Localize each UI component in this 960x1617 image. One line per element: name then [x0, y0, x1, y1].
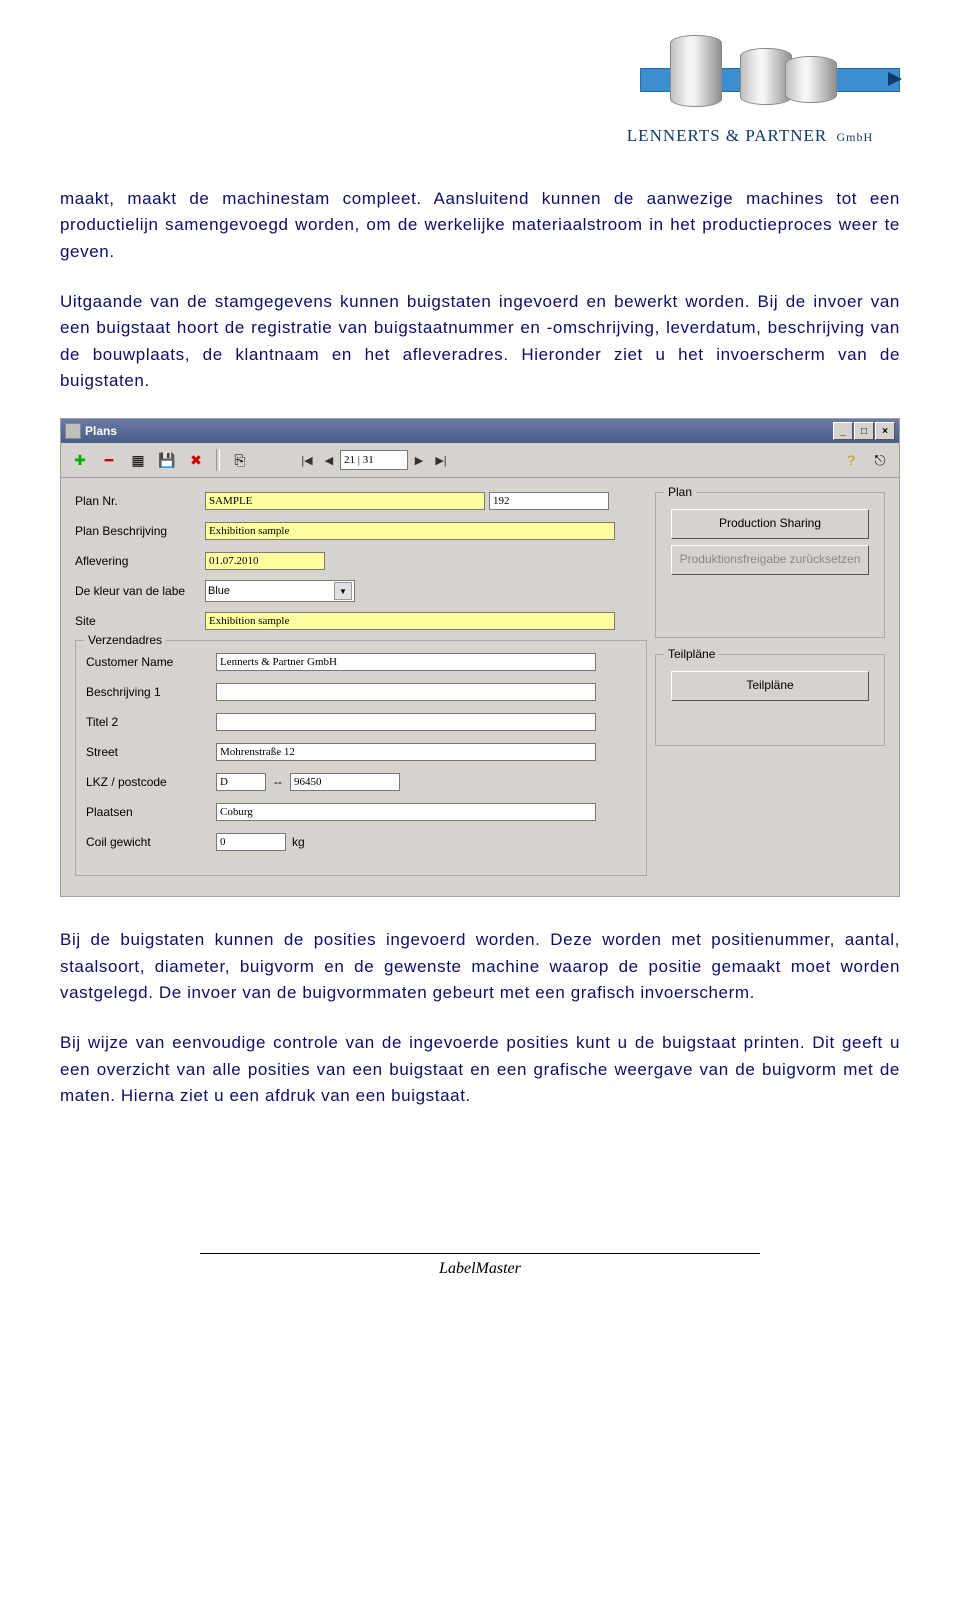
plans-window: Plans _ □ × ✚ ━ ▦ 💾 ✖ ⎘ |◀ ◀ ▶ ▶|: [60, 418, 900, 897]
nav-first-button[interactable]: |◀: [296, 449, 318, 471]
label-coil-gewicht: Coil gewicht: [86, 835, 216, 849]
customer-name-input[interactable]: [216, 653, 596, 671]
nav-next-button[interactable]: ▶: [408, 449, 430, 471]
kg-unit: kg: [292, 835, 305, 849]
paragraph-2: Uitgaande van de stamgegevens kunnen bui…: [60, 289, 900, 394]
prod-reset-button[interactable]: Produktionsfreigabe zurücksetzen: [671, 545, 869, 575]
label-lkz-postcode: LKZ / postcode: [86, 775, 216, 789]
record-position-input[interactable]: [340, 450, 408, 470]
company-logo: LENNERTS & PARTNER GmbH: [600, 30, 900, 146]
verzendadres-group: Verzendadres Customer Name Beschrijving …: [75, 640, 647, 876]
plan-beschrijving-input[interactable]: [205, 522, 615, 540]
teilplane-legend: Teilpläne: [664, 647, 719, 661]
plan-nr2-input[interactable]: [489, 492, 609, 510]
label-kleur: De kleur van de labe: [75, 584, 205, 598]
remove-button[interactable]: ━: [96, 447, 122, 473]
company-suffix: GmbH: [837, 130, 874, 144]
verzendadres-legend: Verzendadres: [84, 633, 166, 647]
paragraph-4: Bij wijze van eenvoudige controle van de…: [60, 1030, 900, 1109]
header: LENNERTS & PARTNER GmbH: [60, 30, 900, 146]
chevron-down-icon: ▼: [334, 582, 352, 600]
x-icon: ✖: [190, 453, 202, 467]
label-plaatsen: Plaatsen: [86, 805, 216, 819]
label-beschrijving1: Beschrijving 1: [86, 685, 216, 699]
plan-group: Plan Production Sharing Produktionsfreig…: [655, 492, 885, 638]
titel2-input[interactable]: [216, 713, 596, 731]
maximize-button[interactable]: □: [854, 422, 874, 440]
toolbar: ✚ ━ ▦ 💾 ✖ ⎘ |◀ ◀ ▶ ▶| ? ⎋: [61, 443, 899, 478]
window-title: Plans: [85, 424, 117, 438]
lkz-separator: --: [274, 775, 282, 789]
kleur-select[interactable]: Blue ▼: [205, 580, 355, 602]
label-titel2: Titel 2: [86, 715, 216, 729]
production-sharing-button[interactable]: Production Sharing: [671, 509, 869, 539]
help-button[interactable]: ?: [838, 447, 864, 473]
coil-gewicht-input[interactable]: [216, 833, 286, 851]
plan-legend: Plan: [664, 485, 696, 499]
footer-separator: [200, 1253, 760, 1254]
help-icon: ?: [847, 453, 855, 467]
plus-icon: ✚: [74, 453, 86, 467]
label-plan-beschrijving: Plan Beschrijving: [75, 524, 205, 538]
add-button[interactable]: ✚: [67, 447, 93, 473]
floppy-icon: 💾: [158, 453, 175, 467]
plaatsen-input[interactable]: [216, 803, 596, 821]
grid-button[interactable]: ▦: [125, 447, 151, 473]
plan-nr-input[interactable]: [205, 492, 485, 510]
copy-icon: ⎘: [234, 453, 245, 467]
cancel-button[interactable]: ✖: [183, 447, 209, 473]
close-button[interactable]: ×: [875, 422, 895, 440]
label-plan-nr: Plan Nr.: [75, 494, 205, 508]
nav-prev-button[interactable]: ◀: [318, 449, 340, 471]
label-street: Street: [86, 745, 216, 759]
aflevering-input[interactable]: [205, 552, 325, 570]
teilplane-button[interactable]: Teilpläne: [671, 671, 869, 701]
nav-last-button[interactable]: ▶|: [430, 449, 452, 471]
exit-button[interactable]: ⎋: [867, 447, 893, 473]
label-aflevering: Aflevering: [75, 554, 205, 568]
label-customer-name: Customer Name: [86, 655, 216, 669]
minus-icon: ━: [105, 453, 113, 467]
label-site: Site: [75, 614, 205, 628]
footer-text: LabelMaster: [0, 1260, 960, 1298]
postcode-input[interactable]: [290, 773, 400, 791]
paragraph-1: maakt, maakt de machinestam compleet. Aa…: [60, 186, 900, 265]
beschrijving1-input[interactable]: [216, 683, 596, 701]
app-icon: [65, 423, 81, 439]
street-input[interactable]: [216, 743, 596, 761]
company-name: LENNERTS & PARTNER: [627, 126, 827, 145]
site-input[interactable]: [205, 612, 615, 630]
titlebar: Plans _ □ ×: [61, 419, 899, 443]
paragraph-3: Bij de buigstaten kunnen de posities ing…: [60, 927, 900, 1006]
copy-button[interactable]: ⎘: [227, 447, 253, 473]
save-button[interactable]: 💾: [154, 447, 180, 473]
minimize-button[interactable]: _: [833, 422, 853, 440]
lkz-input[interactable]: [216, 773, 266, 791]
teilplane-group: Teilpläne Teilpläne: [655, 654, 885, 746]
exit-icon: ⎋: [874, 453, 885, 467]
kleur-value: Blue: [208, 585, 230, 597]
grid-icon: ▦: [131, 453, 144, 467]
